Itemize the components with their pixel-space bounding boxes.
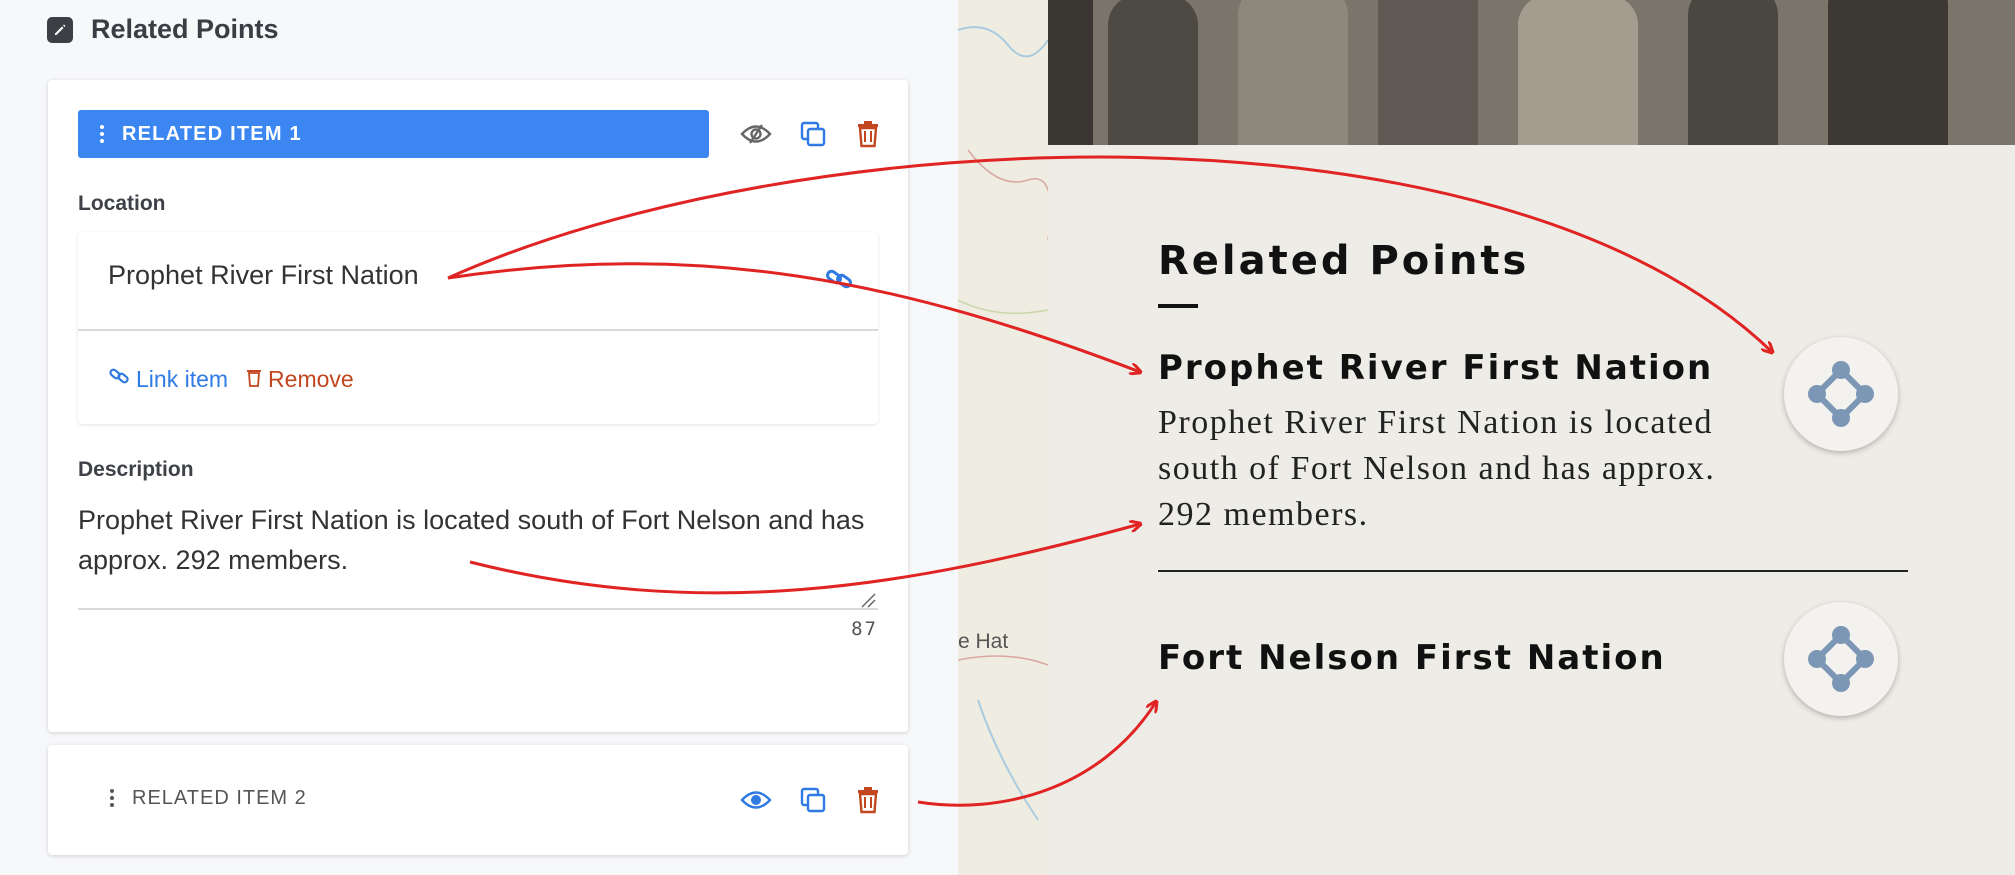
resize-grip-icon[interactable] (860, 592, 876, 608)
description-label: Description (78, 458, 194, 481)
preview-panel: e Hat Related Points Prophet River First… (958, 0, 2015, 875)
description-textarea[interactable]: Prophet River First Nation is located so… (78, 500, 883, 580)
duplicate-icon[interactable] (795, 782, 831, 818)
point-description-1: Prophet River First Nation is located so… (1158, 404, 1716, 533)
divider (78, 329, 878, 331)
section-title: Related Points (91, 14, 279, 44)
link-item-button[interactable]: Link item (108, 365, 228, 393)
location-label: Location (78, 192, 166, 215)
related-item-2-label: RELATED ITEM 2 (132, 787, 307, 809)
character-count: 87 (851, 618, 878, 640)
related-item-1-header[interactable]: RELATED ITEM 1 (78, 110, 709, 158)
link-item-label: Link item (136, 365, 229, 392)
point-title-1[interactable]: Prophet River First Nation (1158, 348, 1713, 388)
point-divider (1158, 570, 1908, 572)
map-background[interactable]: e Hat (958, 0, 1052, 875)
location-field[interactable]: Prophet River First Nation Link item Rem… (78, 232, 878, 424)
trash-icon[interactable] (850, 116, 886, 152)
eye-off-icon[interactable] (738, 116, 774, 152)
remove-label: Remove (268, 365, 354, 392)
link-icon (108, 365, 130, 393)
link-icon[interactable] (824, 264, 854, 299)
network-icon[interactable] (1784, 337, 1898, 451)
remove-button[interactable]: Remove (246, 365, 354, 393)
trash-icon (246, 366, 262, 393)
network-icon[interactable] (1784, 602, 1898, 716)
trash-icon[interactable] (850, 782, 886, 818)
location-value[interactable]: Prophet River First Nation (108, 260, 419, 291)
drag-handle-icon[interactable] (110, 789, 114, 807)
header-photo (1048, 0, 2015, 145)
related-item-card-2[interactable]: RELATED ITEM 2 (48, 745, 908, 855)
preview-heading: Related Points (1158, 238, 1530, 284)
heading-underline (1158, 304, 1198, 308)
drag-handle-icon[interactable] (100, 125, 104, 143)
textarea-underline (78, 608, 878, 610)
editor-panel: Related Points RELATED ITEM 1 Location P… (0, 0, 958, 875)
duplicate-icon[interactable] (795, 116, 831, 152)
section-header: Related Points (47, 14, 279, 45)
map-place-label: e Hat (958, 630, 1009, 653)
related-item-card-1: RELATED ITEM 1 Location Prophet River Fi… (48, 80, 908, 732)
related-item-1-label: RELATED ITEM 1 (122, 122, 302, 145)
point-title-2[interactable]: Fort Nelson First Nation (1158, 638, 1666, 678)
edit-icon (47, 16, 73, 43)
eye-icon[interactable] (738, 782, 774, 818)
location-actions: Link item Remove (108, 365, 354, 393)
